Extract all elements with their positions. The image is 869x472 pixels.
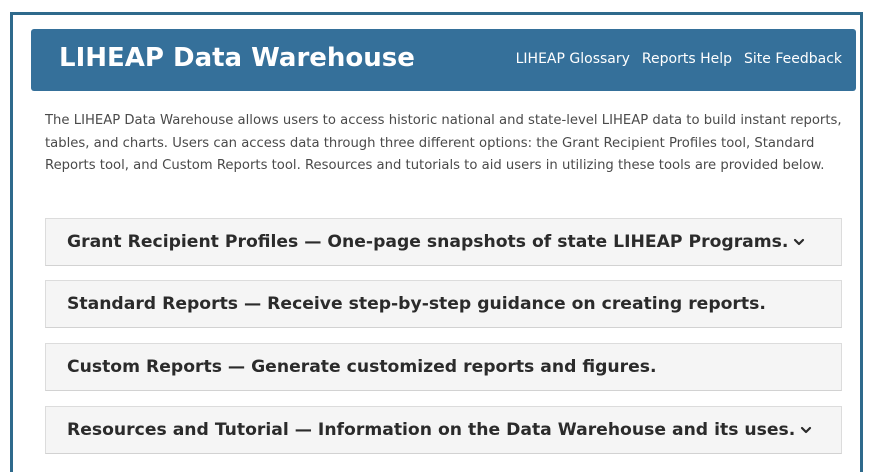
page-frame: LIHEAP Data Warehouse LIHEAP Glossary Re…	[10, 12, 863, 472]
accordion-label: Grant Recipient Profiles — One-page snap…	[67, 232, 789, 252]
nav-link-liheap-glossary[interactable]: LIHEAP Glossary	[516, 51, 630, 67]
top-nav: LIHEAP Glossary Reports Help Site Feedba…	[516, 51, 842, 67]
site-title[interactable]: LIHEAP Data Warehouse	[59, 43, 415, 73]
accordion-label: Standard Reports — Receive step-by-step …	[67, 294, 766, 314]
nav-link-site-feedback[interactable]: Site Feedback	[744, 51, 842, 67]
accordion-standard-reports[interactable]: Standard Reports — Receive step-by-step …	[45, 280, 842, 328]
nav-link-reports-help[interactable]: Reports Help	[642, 51, 732, 67]
accordion-label: Resources and Tutorial — Information on …	[67, 420, 796, 440]
intro-paragraph: The LIHEAP Data Warehouse allows users t…	[45, 113, 842, 173]
chevron-down-icon	[799, 423, 813, 437]
accordion-label: Custom Reports — Generate customized rep…	[67, 357, 657, 377]
accordion-resources-and-tutorial[interactable]: Resources and Tutorial — Information on …	[45, 406, 842, 454]
site-header: LIHEAP Data Warehouse LIHEAP Glossary Re…	[31, 29, 856, 91]
chevron-down-icon	[792, 235, 806, 249]
accordion-custom-reports[interactable]: Custom Reports — Generate customized rep…	[45, 343, 842, 391]
accordion-grant-recipient-profiles[interactable]: Grant Recipient Profiles — One-page snap…	[45, 218, 842, 266]
